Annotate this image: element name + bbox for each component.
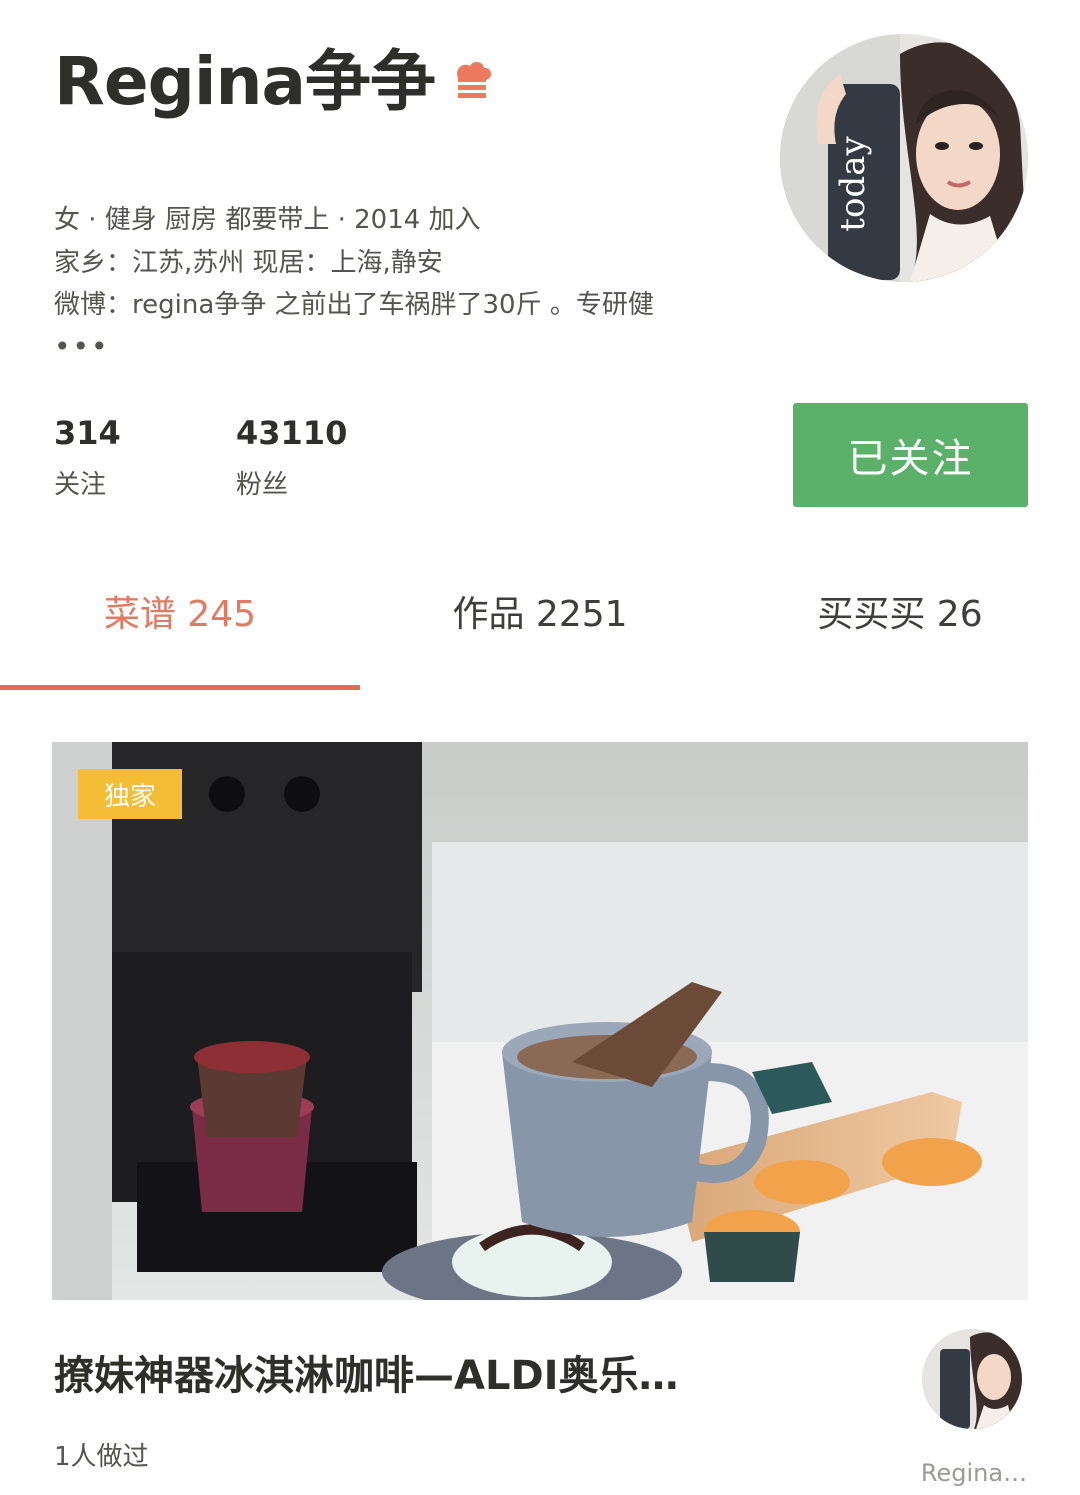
- hometown-line: 家乡：江苏,苏州 现居：上海,静安: [54, 248, 443, 278]
- following-label[interactable]: 关注: [54, 468, 106, 502]
- tab-works[interactable]: 作品 2251: [360, 585, 720, 645]
- follow-button[interactable]: 已关注: [793, 403, 1028, 507]
- tab-recipes[interactable]: 菜谱 245: [0, 585, 360, 645]
- chef-hat-icon: [457, 62, 492, 98]
- author-name[interactable]: Regina…: [904, 1458, 1044, 1488]
- recipe-photo-illustration: [52, 742, 1028, 1300]
- svg-text:today: today: [833, 136, 873, 232]
- recipe-photo[interactable]: [52, 742, 1028, 1300]
- followers-count[interactable]: 43110: [236, 413, 347, 453]
- weibo-line: 微博：regina争争 之前出了车祸胖了30斤 。专研健: [54, 290, 654, 320]
- following-count[interactable]: 314: [54, 413, 121, 453]
- avatar[interactable]: today: [780, 34, 1028, 282]
- author-avatar[interactable]: [922, 1329, 1022, 1429]
- recipe-title[interactable]: 撩妹神器冰淇淋咖啡—ALDI奥乐…: [54, 1348, 834, 1404]
- exclusive-badge: 独家: [78, 769, 182, 819]
- made-count: 1人做过: [54, 1442, 149, 1472]
- bio-line: 女 · 健身 厨房 都要带上 · 2014 加入: [54, 205, 481, 235]
- tab-shopping[interactable]: 买买买 26: [720, 585, 1080, 645]
- followers-label[interactable]: 粉丝: [236, 468, 288, 502]
- profile-name: Regina争争: [54, 43, 436, 120]
- bio-more-button[interactable]: •••: [54, 332, 110, 362]
- avatar-portrait: today: [780, 34, 1028, 282]
- author-avatar-portrait: [922, 1329, 1022, 1429]
- tab-indicator: [0, 685, 360, 690]
